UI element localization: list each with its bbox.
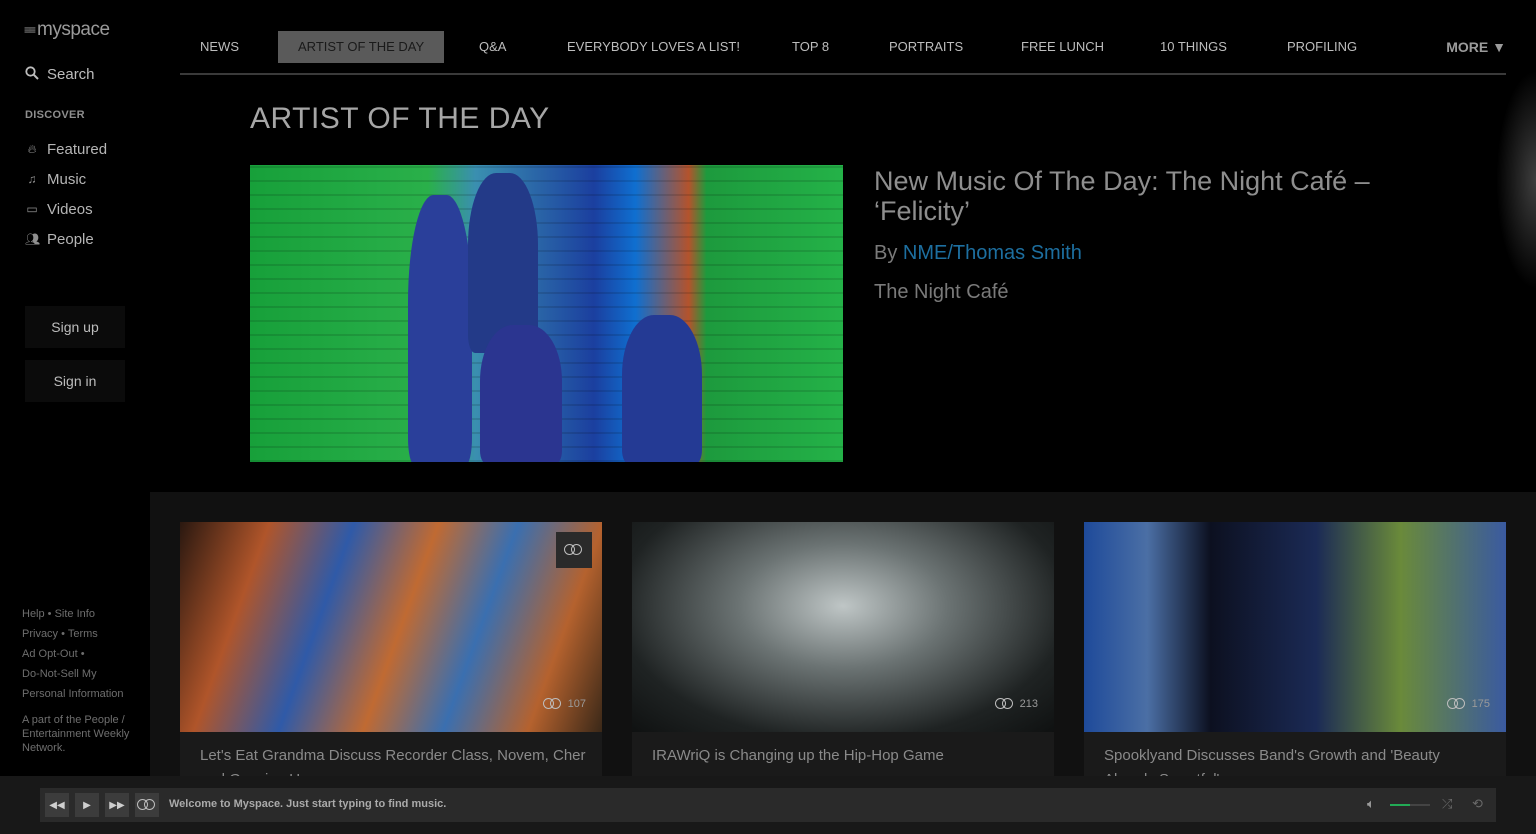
flame-icon: 🔥︎ — [27, 141, 37, 156]
author-link[interactable]: NME/Thomas Smith — [903, 242, 1082, 264]
shuffle-icon[interactable]: ⤮ — [1442, 796, 1452, 812]
card-image — [1084, 522, 1506, 732]
article-card[interactable]: 213 IRAWriQ is Changing up the Hip-Hop G… — [632, 522, 1054, 776]
sidebar-item-featured[interactable]: 🔥︎ Featured — [25, 134, 107, 164]
hero-figure — [408, 195, 472, 462]
tab-artist-of-the-day[interactable]: ARTIST OF THE DAY — [278, 31, 445, 63]
tab-top-8[interactable]: TOP 8 — [792, 31, 829, 63]
connect-count-value: 175 — [1471, 698, 1490, 710]
connect-rings-icon — [994, 698, 1015, 710]
people-icon: 👥︎ — [25, 232, 41, 246]
fast-forward-icon: ▶▶ — [109, 799, 125, 811]
connect-rings-icon — [564, 544, 584, 556]
discover-heading: DISCOVER — [25, 109, 85, 121]
card-title[interactable]: IRAWriQ is Changing up the Hip-Hop Game — [652, 744, 1042, 768]
connect-rings-icon — [1446, 698, 1467, 710]
section-tabs: NEWS ARTIST OF THE DAY Q&A EVERYBODY LOV… — [180, 31, 1506, 75]
tab-profiling[interactable]: PROFILING — [1287, 31, 1357, 63]
play-button[interactable]: ▶ — [75, 793, 99, 817]
connect-count: 107 — [542, 698, 586, 710]
article-card[interactable]: 107 Let's Eat Grandma Discuss Recorder C… — [180, 522, 602, 776]
previous-track-button[interactable]: ◀◀ — [45, 793, 69, 817]
card-title[interactable]: Spooklyand Discusses Band's Growth and '… — [1104, 744, 1494, 776]
sidebar-item-label: Music — [47, 170, 87, 188]
sidebar-search-label: Search — [47, 66, 95, 83]
sidebar: ≡≡ myspace Search DISCOVER 🔥︎ Featured ♫… — [0, 0, 150, 776]
network-note: A part of the People / Entertainment Wee… — [22, 714, 130, 754]
card-title[interactable]: Let's Eat Grandma Discuss Recorder Class… — [200, 744, 590, 776]
connect-count: 213 — [994, 698, 1038, 710]
volume-level — [1390, 804, 1410, 806]
byline-prefix: By — [874, 242, 898, 264]
next-track-button[interactable]: ▶▶ — [105, 793, 129, 817]
connect-count: 175 — [1446, 698, 1490, 710]
volume-icon[interactable]: 🔈︎ — [1367, 796, 1375, 812]
hero-figure — [622, 315, 702, 462]
search-icon — [25, 66, 39, 83]
footer-link-do-not-sell[interactable]: Do-Not-Sell My Personal Information — [22, 668, 124, 700]
connect-count-value: 107 — [567, 698, 586, 710]
tab-news[interactable]: NEWS — [200, 31, 239, 63]
sidebar-nav: 🔥︎ Featured ♫ Music ▭ Videos 👥︎ People — [25, 134, 107, 254]
tab-everybody-loves-a-list[interactable]: EVERYBODY LOVES A LIST! — [567, 31, 740, 63]
tab-portraits[interactable]: PORTRAITS — [889, 31, 963, 63]
footer-link-site-info[interactable]: Site Info — [55, 608, 95, 620]
hero-subtitle: The Night Café — [874, 281, 1009, 303]
connect-rings-icon — [542, 698, 563, 710]
music-player: ◀◀ ▶ ▶▶ Welcome to Myspace. Just start t… — [0, 776, 1536, 834]
connect-count-value: 213 — [1019, 698, 1038, 710]
logo-text: myspace — [37, 19, 110, 40]
connect-rings-icon — [137, 799, 157, 811]
tab-10-things[interactable]: 10 THINGS — [1160, 31, 1227, 63]
footer-link-help[interactable]: Help — [22, 608, 45, 620]
sidebar-item-label: Videos — [47, 200, 93, 218]
footer-link-terms[interactable]: Terms — [68, 628, 98, 640]
article-card[interactable]: 175 Spooklyand Discusses Band's Growth a… — [1084, 522, 1506, 776]
footer-links: Help • Site Info Privacy • Terms Ad Opt-… — [22, 608, 124, 700]
hero-figure — [480, 325, 562, 462]
sidebar-item-music[interactable]: ♫ Music — [25, 164, 107, 194]
tab-free-lunch[interactable]: FREE LUNCH — [1021, 31, 1104, 63]
edge-glow — [1496, 70, 1536, 290]
sidebar-item-videos[interactable]: ▭ Videos — [25, 194, 107, 224]
sign-up-button[interactable]: Sign up — [25, 306, 125, 348]
player-bar: ◀◀ ▶ ▶▶ Welcome to Myspace. Just start t… — [40, 788, 1496, 822]
sidebar-item-label: Featured — [47, 140, 108, 158]
page-title: ARTIST OF THE DAY — [250, 102, 550, 135]
music-note-icon: ♫ — [27, 172, 37, 186]
video-icon: ▭ — [26, 202, 38, 216]
connect-icon[interactable] — [556, 532, 592, 568]
card-image — [632, 522, 1054, 732]
myspace-logo[interactable]: ≡≡ myspace — [24, 19, 126, 40]
hero-image[interactable] — [250, 165, 843, 462]
sidebar-item-people[interactable]: 👥︎ People — [25, 224, 107, 254]
sidebar-item-label: People — [47, 230, 94, 248]
sidebar-search[interactable]: Search — [25, 66, 95, 83]
rewind-icon: ◀◀ — [49, 799, 65, 811]
tab-qa[interactable]: Q&A — [479, 31, 506, 63]
connect-button[interactable] — [135, 793, 159, 817]
hero-headline[interactable]: New Music Of The Day: The Night Café – ‘… — [874, 166, 1454, 226]
play-icon: ▶ — [83, 799, 91, 811]
card-image — [180, 522, 602, 732]
footer-link-privacy[interactable]: Privacy — [22, 628, 58, 640]
repeat-icon[interactable]: ⟲ — [1472, 796, 1483, 812]
sign-in-button[interactable]: Sign in — [25, 360, 125, 402]
player-message: Welcome to Myspace. Just start typing to… — [169, 798, 447, 810]
hero-byline: By NME/Thomas Smith — [874, 242, 1082, 265]
logo-mark-icon: ≡≡ — [24, 23, 36, 37]
footer-link-ad-opt-out[interactable]: Ad Opt-Out — [22, 648, 78, 660]
more-menu-button[interactable]: MORE ▼ — [1446, 31, 1506, 63]
